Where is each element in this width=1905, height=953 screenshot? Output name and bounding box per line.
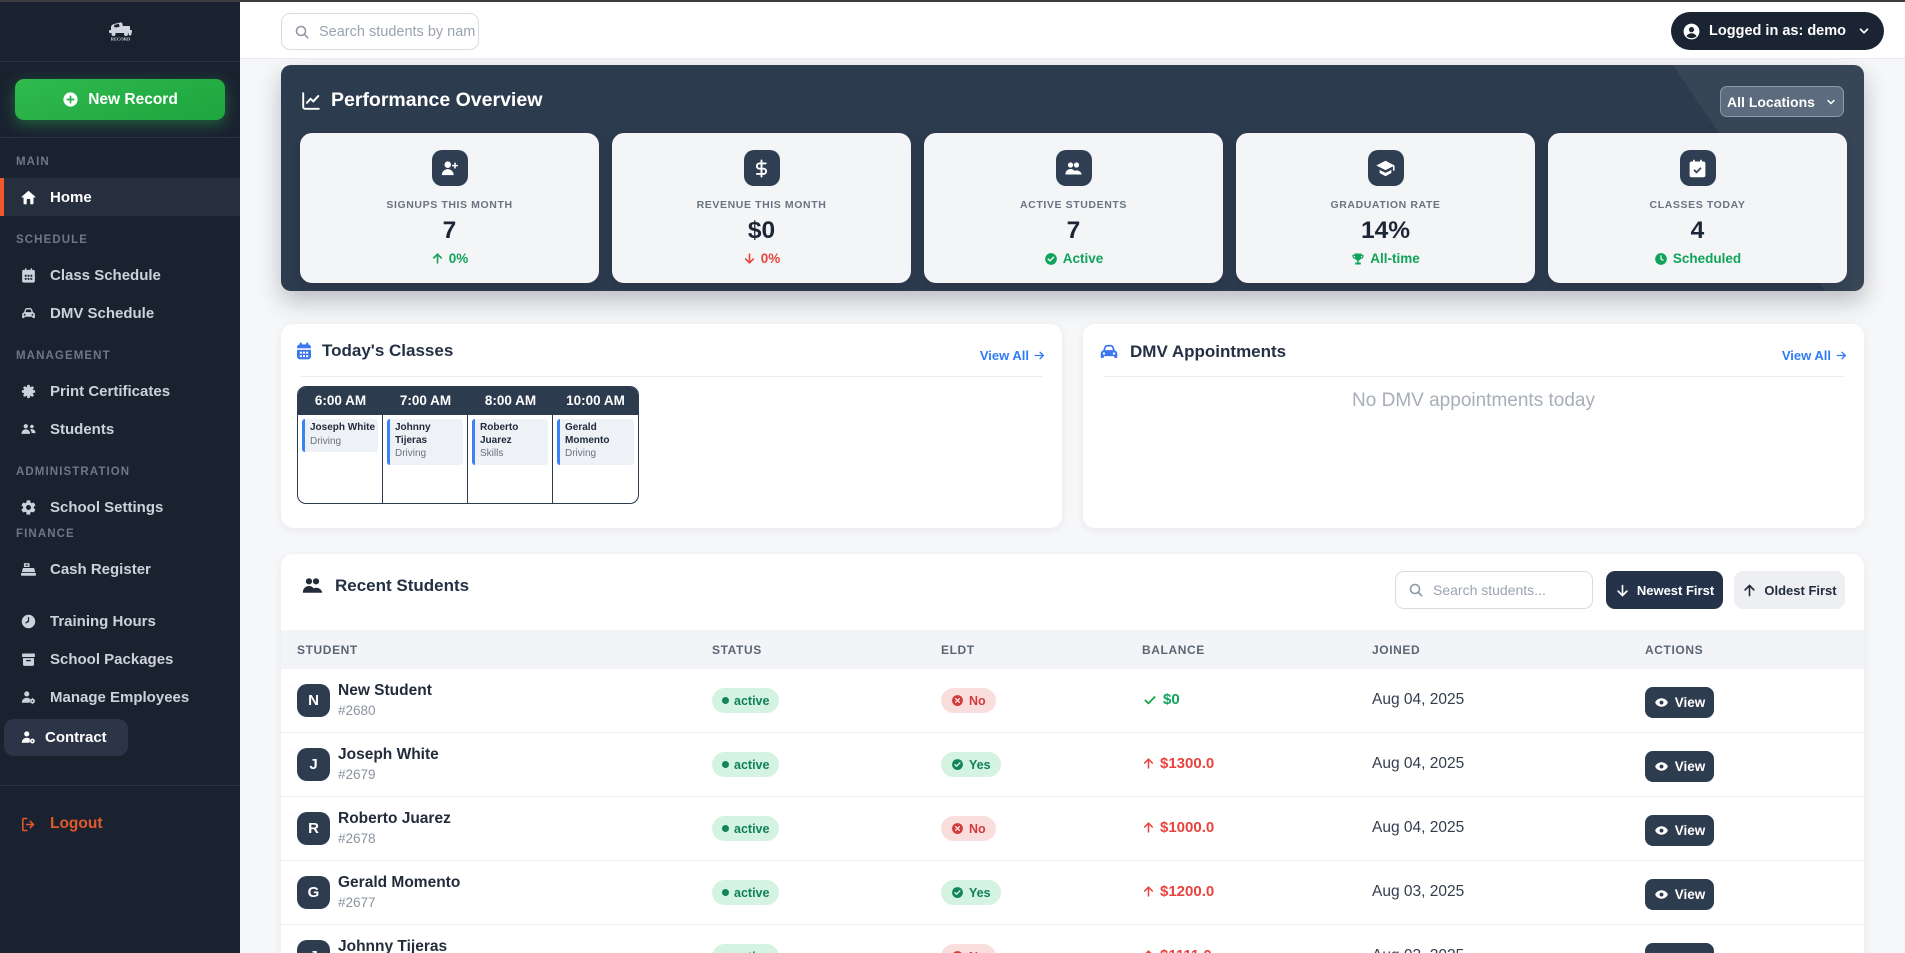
svg-text:RECORD: RECORD [110,36,130,41]
